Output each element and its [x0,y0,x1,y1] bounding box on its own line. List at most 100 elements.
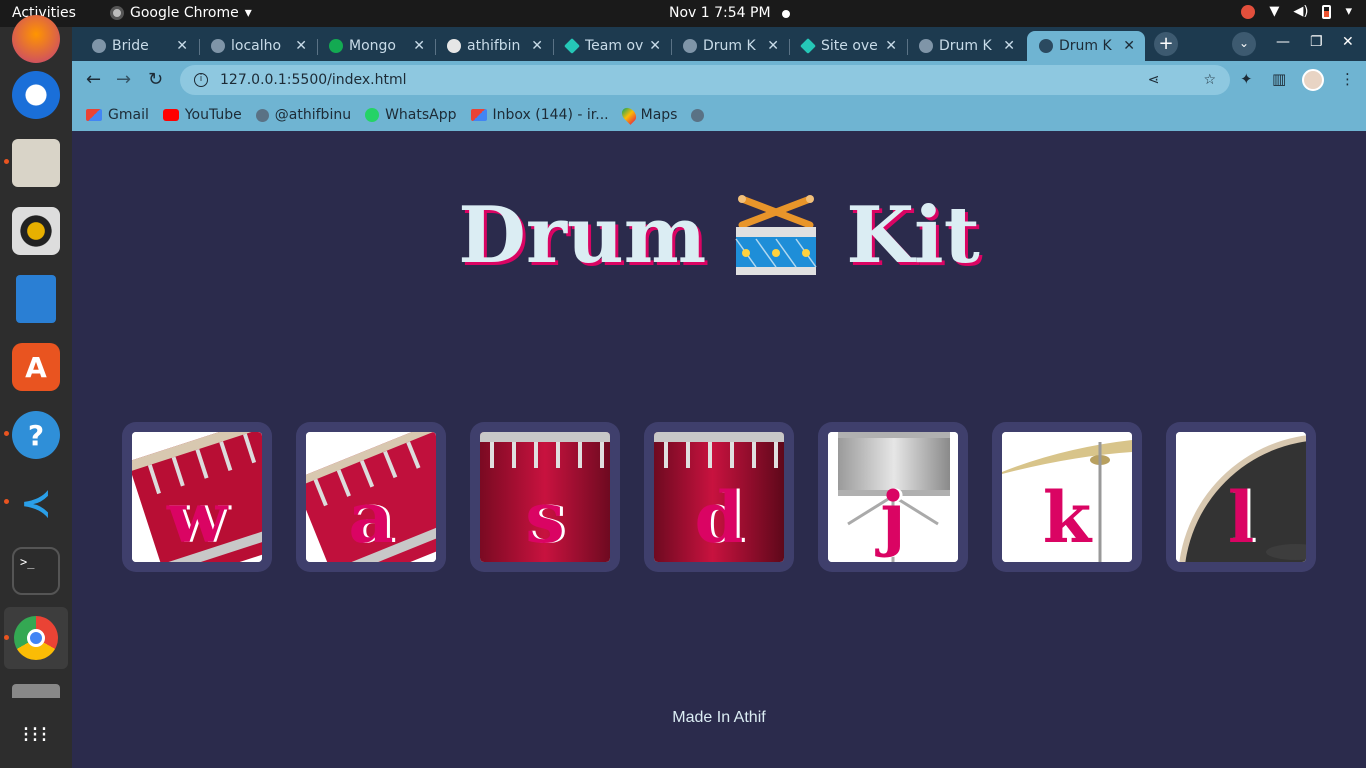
close-icon[interactable]: ✕ [531,38,543,54]
help-icon[interactable]: ? [12,411,60,459]
bookmark-label: Gmail [108,107,149,123]
app-center-icon[interactable]: A [12,343,60,391]
restore-icon[interactable]: ❐ [1310,34,1323,50]
running-indicator [4,635,9,640]
extensions-icon[interactable]: ✦ [1240,70,1253,88]
tab-label: Site ove [821,38,878,54]
show-apps-icon[interactable]: ⁝⁝⁝ [12,711,60,759]
libreoffice-writer-icon[interactable] [16,275,56,323]
drum-pad-j[interactable]: j [818,422,968,572]
running-indicator [4,499,9,504]
bookmark-label: WhatsApp [385,107,457,123]
ubuntu-indicator-icon [1241,4,1256,19]
globe-icon [1039,39,1053,53]
bookmark-youtube[interactable]: YouTube [162,107,242,123]
close-icon[interactable]: ✕ [1123,38,1135,54]
info-icon[interactable]: i [194,73,208,87]
tab[interactable]: athifbin ✕ [435,31,553,61]
kick-drum-image: l [1176,432,1306,562]
globe-icon [683,39,697,53]
back-icon[interactable]: ← [86,69,101,90]
rhythmbox-icon[interactable] [12,207,60,255]
system-top-bar: Activities Google Chrome ▾ Nov 1 7:54 PM… [0,0,1366,27]
tab-search-button[interactable]: ⌄ [1232,32,1256,56]
footer-text: Made In Athif [672,709,766,726]
globe-icon [92,39,106,53]
pad-key-label: w [166,475,228,559]
title-word-left: Drum [458,189,707,281]
app-menu[interactable]: Google Chrome ▾ [110,5,252,21]
tab[interactable]: Drum K ✕ [907,31,1025,61]
drum-pad-a[interactable]: a [296,422,446,572]
notification-dot-icon [782,10,790,18]
globe-icon [211,39,225,53]
drum-pad-d[interactable]: d [644,422,794,572]
close-icon[interactable]: ✕ [295,38,307,54]
youtube-icon [162,109,179,121]
bookmarks-bar: Gmail YouTube @athifbinu WhatsApp Inbox … [72,99,1366,131]
profile-avatar[interactable] [1302,69,1324,91]
share-icon[interactable]: ⋖ [1148,72,1160,88]
close-icon[interactable]: ✕ [176,38,188,54]
close-window-icon[interactable]: ✕ [1342,34,1354,50]
tab[interactable]: Drum K ✕ [671,31,789,61]
wifi-icon: ▼ [1269,4,1280,19]
bookmark-whatsapp[interactable]: WhatsApp [365,107,457,123]
tab-label: Mongo [349,38,396,54]
bookmark-gmail[interactable]: Gmail [86,107,149,123]
tab-active[interactable]: Drum K ✕ [1027,31,1145,61]
terminal-icon[interactable]: >_ [12,547,60,595]
new-tab-button[interactable]: + [1154,32,1178,56]
drum-pad-k[interactable]: k [992,422,1142,572]
tab[interactable]: Site ove ✕ [789,31,907,61]
url-text: 127.0.0.1:5500/index.html [220,72,407,88]
trash-icon[interactable] [12,684,60,698]
browser-toolbar: ← → ↻ i 127.0.0.1:5500/index.html ⋖ ☆ ✦ … [72,61,1366,99]
tab[interactable]: Bride ✕ [80,31,198,61]
battery-icon [1322,4,1332,19]
tab[interactable]: Team ov ✕ [553,31,671,61]
chevron-down-icon: ▾ [244,5,252,21]
tab[interactable]: Mongo ✕ [317,31,435,61]
bookmark-star-icon[interactable]: ☆ [1203,72,1216,88]
system-tray[interactable]: ▼ ◀) ▾ [1241,4,1352,19]
side-panel-icon[interactable]: ▥ [1272,70,1286,88]
bookmark-label: Inbox (144) - ir... [492,107,609,123]
drum-pad-l[interactable]: l [1166,422,1316,572]
pad-key-label: j [880,475,906,559]
close-icon[interactable]: ✕ [767,38,779,54]
address-bar[interactable]: i 127.0.0.1:5500/index.html ⋖ ☆ [180,65,1230,95]
running-indicator [4,431,9,436]
close-icon[interactable]: ✕ [413,38,425,54]
clock[interactable]: Nov 1 7:54 PM [669,5,771,21]
mongodb-icon [329,39,343,53]
bookmark-globe[interactable] [691,108,705,122]
thunderbird-icon[interactable] [12,71,60,119]
tab[interactable]: localho ✕ [199,31,317,61]
drum-pad-w[interactable]: w [122,422,272,572]
menu-kebab-icon[interactable]: ⋮ [1340,70,1355,88]
drum-pad-s[interactable]: s [470,422,620,572]
files-icon[interactable] [12,139,60,187]
firefox-icon[interactable] [12,15,60,63]
bookmark-label: Maps [640,107,678,123]
close-icon[interactable]: ✕ [885,38,897,54]
tab-label: athifbin [467,38,521,54]
close-icon[interactable]: ✕ [649,38,661,54]
tom-1-image: w [132,432,262,562]
chrome-dock-icon[interactable] [4,607,68,669]
volume-icon: ◀) [1293,4,1309,19]
reload-icon[interactable]: ↻ [148,69,163,90]
running-indicator [4,159,9,164]
close-icon[interactable]: ✕ [1003,38,1015,54]
bookmark-athifbinu[interactable]: @athifbinu [255,107,351,123]
minimize-icon[interactable]: — [1276,34,1290,50]
bookmark-maps[interactable]: Maps [618,105,678,125]
globe-icon [255,108,269,122]
pad-key-label: d [694,475,744,559]
vscode-icon[interactable]: ≺ [12,479,60,527]
chrome-icon [110,6,124,20]
bookmark-inbox[interactable]: Inbox (144) - ir... [470,107,609,123]
tab-label: Drum K [703,38,756,54]
forward-icon[interactable]: → [116,69,131,90]
